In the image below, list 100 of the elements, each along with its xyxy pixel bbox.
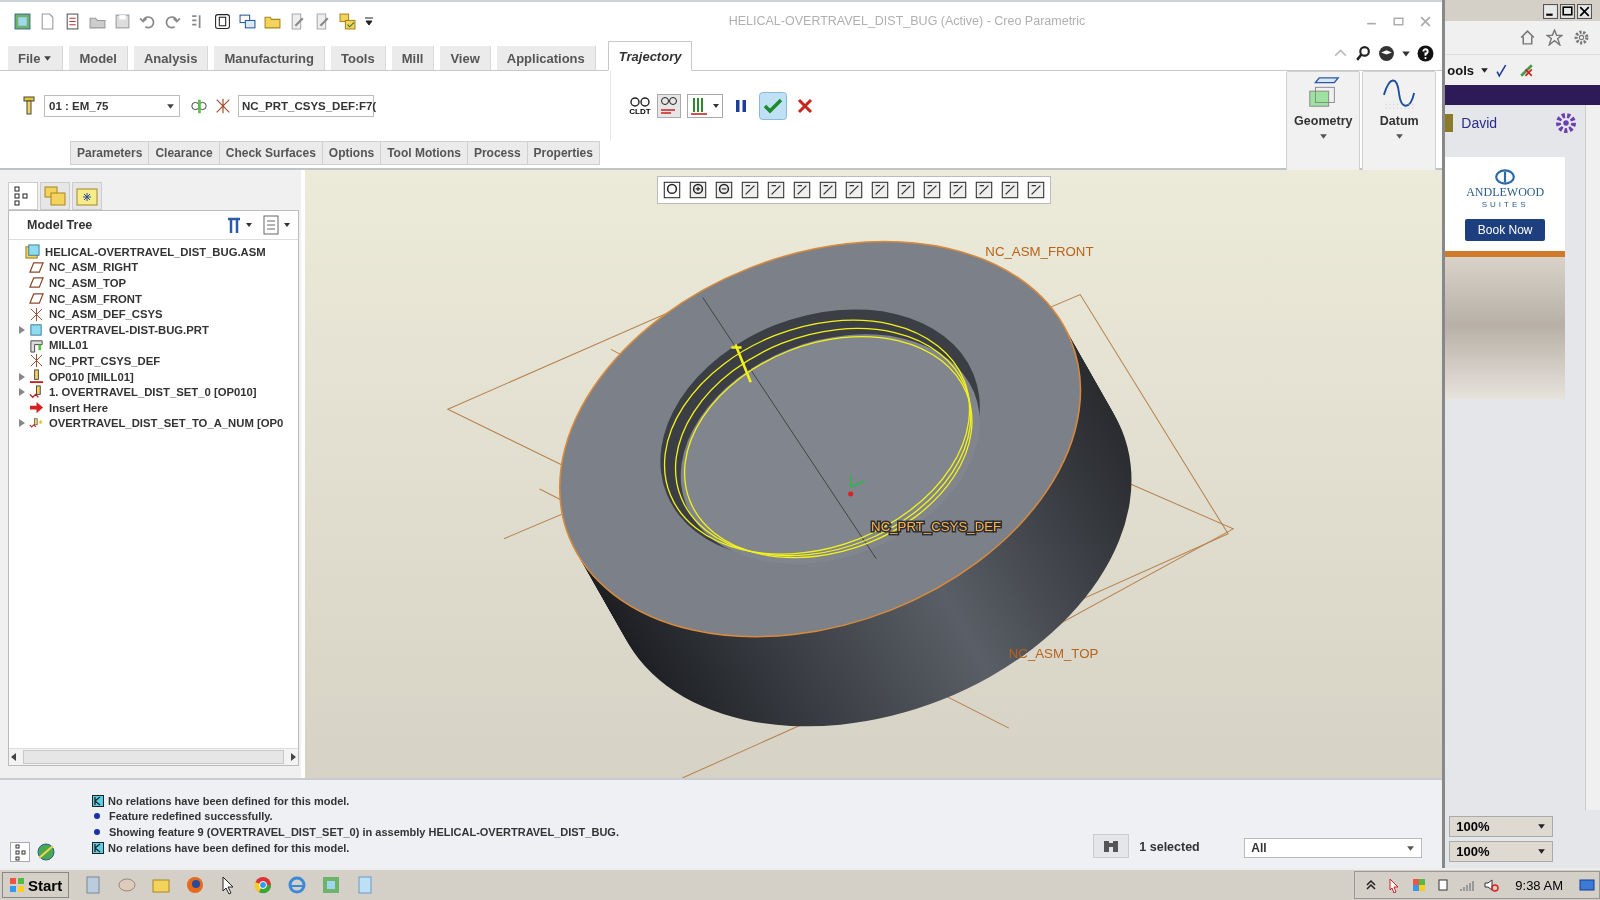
mill-icon [29,337,44,353]
caret-icon [1537,822,1547,832]
tree-item[interactable]: 1. OVERTRAVEL_DIST_SET_0 [OP010] [49,386,257,399]
cldt-button[interactable]: CLDT [629,96,651,116]
dashboard-tab[interactable]: Properties [526,141,600,165]
tree-item[interactable]: MILL01 [49,339,88,352]
search-icon[interactable] [1355,45,1373,62]
text-box-icon[interactable] [214,12,231,30]
tree-toggle-icon[interactable] [10,842,30,863]
bullet-icon [94,813,100,820]
caret-icon [43,53,53,63]
clock-time: 9:38 AM [1515,877,1563,893]
windows-icon[interactable] [239,12,256,30]
dashboard-tab[interactable]: Parameters [70,141,150,165]
ribbon-tab[interactable]: Applications [496,46,596,70]
caret-icon [1394,132,1404,141]
zoom-dropdown[interactable]: 100% [1449,841,1554,863]
list-settings-icon[interactable] [262,215,292,235]
tree-tab-icon[interactable] [8,182,38,210]
help-icon[interactable] [1417,45,1435,62]
message-text: No relations have been defined for this model. [108,794,350,807]
chrome-icon[interactable] [253,875,274,896]
scroll-right-icon[interactable] [288,752,298,762]
ad-brand-text: SUITES [1481,200,1529,209]
panel-title: Model Tree [27,218,94,232]
app-icon[interactable] [14,12,31,30]
globe-icon[interactable] [36,842,56,863]
user-name-link[interactable]: David [1461,115,1547,131]
settings-icon[interactable] [1573,29,1590,46]
datum-plane-icon [29,291,44,307]
firefox-icon[interactable] [185,875,206,896]
scroll-left-icon[interactable] [9,752,19,762]
expand-arrow-icon[interactable] [18,418,26,429]
csys-icon [29,306,44,322]
tree-item[interactable]: HELICAL-OVERTRAVEL_DIST_BUG.ASM [45,245,266,258]
binoculars-icon[interactable] [1093,834,1130,859]
close-icon[interactable] [1577,4,1592,19]
star-icon[interactable] [1546,29,1563,46]
operation-icon [29,369,44,385]
book-now-button[interactable]: Book Now [1465,219,1546,241]
maximize-icon[interactable] [1560,4,1575,19]
filter-dropdown[interactable]: All [1244,838,1423,859]
dashboard-tab[interactable]: Tool Motions [380,141,468,165]
zoom-dropdown[interactable]: 100% [1449,816,1554,838]
tree-item[interactable]: OVERTRAVEL_DIST_SET_TO_A_NUM [OP0 [49,417,284,430]
dashboard-tab[interactable]: Process [466,141,528,165]
checkmark-icon[interactable] [759,92,787,120]
pencil-page-icon[interactable] [314,12,331,30]
scrollbar-thumb[interactable] [23,750,284,764]
show-desktop-icon[interactable] [1579,877,1595,894]
glasses-icon [629,96,651,107]
csys-field[interactable]: NC_PRT_CSYS_DEF:F7( [238,95,374,117]
dashboard-tab[interactable]: Options [321,141,382,165]
assembly-icon [25,244,40,260]
tree-item[interactable]: Insert Here [49,401,109,414]
ribbon-group-button[interactable]: Datum [1362,71,1437,172]
ribbon-tab[interactable]: Model [69,46,128,70]
toolpath-player-icon[interactable] [687,94,723,118]
volume-muted-icon[interactable] [1483,877,1500,894]
settings-icon[interactable] [1555,112,1577,134]
ribbon-tab[interactable]: Trajectory [607,41,693,71]
csys-icon [214,96,232,116]
expand-arrow-icon[interactable] [18,371,26,382]
tree-item[interactable]: NC_ASM_DEF_CSYS [49,308,163,321]
expand-arrow-icon[interactable] [18,387,26,398]
preview-toolpath-icon[interactable] [657,94,681,118]
home-icon[interactable] [1519,29,1536,46]
ribbon-tab[interactable]: File [8,46,64,70]
dashboard-tab[interactable]: Clearance [148,141,220,165]
expand-arrow-icon[interactable] [18,324,26,335]
customize-caret-icon[interactable] [364,16,374,26]
tree-item[interactable]: NC_ASM_TOP [49,277,126,289]
tree-item[interactable]: NC_PRT_CSYS_DEF [49,354,161,367]
ribbon-tab[interactable]: Tools [331,46,386,70]
tree-item[interactable]: NC_ASM_RIGHT [49,261,139,274]
checklist-icon[interactable] [64,12,81,30]
dashboard-tab[interactable]: Check Surfaces [218,141,323,165]
tools-menu[interactable]: ools [1447,62,1475,78]
caret-icon [166,101,175,111]
caret-icon [1537,847,1547,857]
caret-icon [1318,132,1328,141]
ribbon-tab[interactable]: Analysis [133,46,209,70]
ribbon-tab[interactable]: Manufacturing [214,46,325,70]
ribbon-tab[interactable]: Mill [391,46,435,70]
ribbon-group-button[interactable]: Geometry [1286,71,1361,172]
message-text: No relations have been defined for this model. [108,841,350,854]
message-text: Feature redefined successfully. [109,810,273,823]
ribbon-tab[interactable]: View [440,46,491,70]
start-button[interactable]: Start [2,872,70,899]
tree-item[interactable]: NC_ASM_FRONT [49,292,142,305]
pencil-page-icon[interactable] [289,12,306,30]
star-folder-tab-icon[interactable] [72,182,102,210]
tree-item[interactable]: OVERTRAVEL-DIST-BUG.PRT [49,323,209,336]
minimize-icon[interactable] [1543,4,1558,19]
tree-item[interactable]: OP010 [MILL01] [49,370,134,383]
part-cube-icon [29,322,44,338]
toolpath-icon [29,384,44,400]
scrollbar[interactable] [1585,105,1600,811]
tool-dropdown[interactable]: 01 : EM_75 [44,95,180,117]
folder-check-icon[interactable] [339,12,356,30]
